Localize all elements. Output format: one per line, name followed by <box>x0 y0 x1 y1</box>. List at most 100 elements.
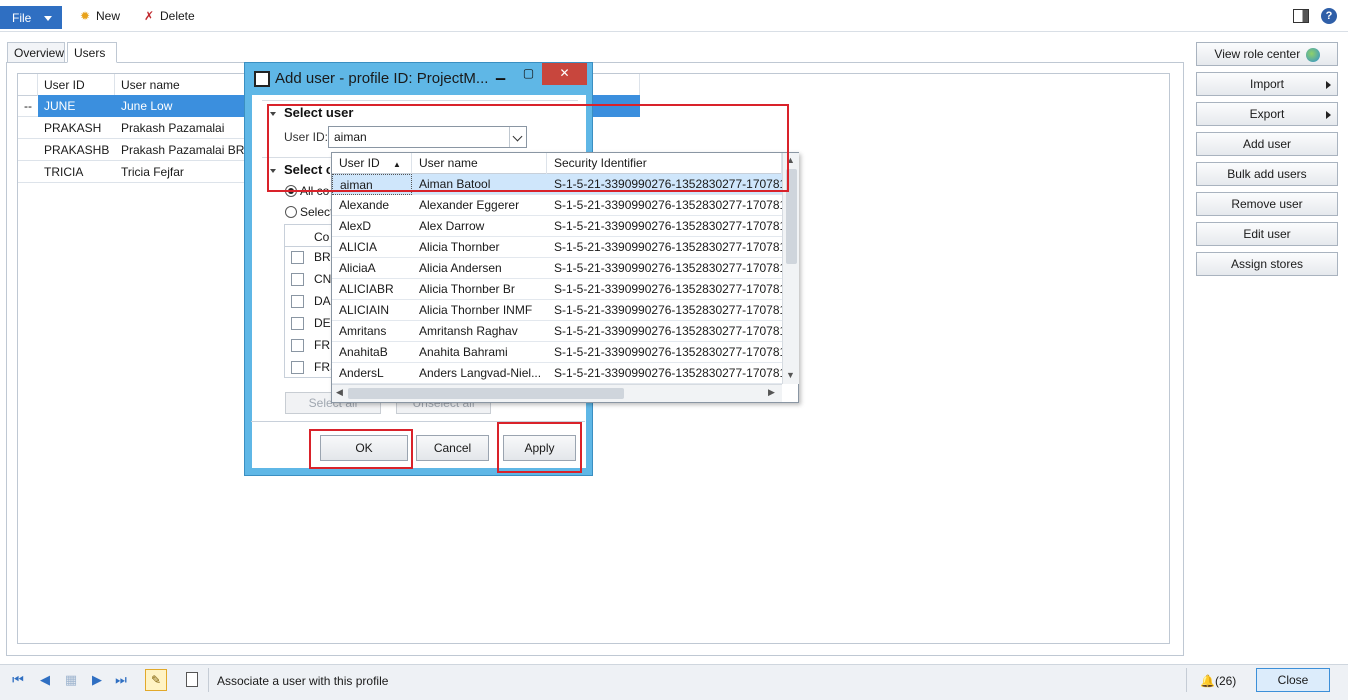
cell-user-id: Alexande <box>339 198 390 212</box>
export-label: Export <box>1249 107 1285 121</box>
cell-user-id[interactable]: JUNE <box>38 95 115 117</box>
collapse-triangle-icon <box>270 168 276 173</box>
layout-toggle-icon[interactable] <box>1293 9 1309 23</box>
list-item[interactable]: ALICIABR Alicia Thornber Br S-1-5-21-339… <box>332 279 782 300</box>
radio-all-label: All co <box>300 184 330 198</box>
select-user-heading-label: Select user <box>284 105 354 120</box>
remove-user-label: Remove user <box>1231 197 1303 211</box>
view-role-center-label: View role center <box>1214 47 1301 61</box>
notifications-count: (26) <box>1214 674 1237 688</box>
export-button[interactable]: Export <box>1196 102 1338 126</box>
import-button[interactable]: Import <box>1196 72 1338 96</box>
tab-overview-label: Overview <box>14 46 65 60</box>
help-icon[interactable]: ? <box>1321 8 1337 24</box>
list-item[interactable]: AlexD Alex Darrow S-1-5-21-3390990276-13… <box>332 216 782 237</box>
company-checkbox[interactable] <box>291 273 304 286</box>
cell-user-name[interactable]: Tricia Fejfar <box>115 161 244 183</box>
list-item[interactable]: Alexande Alexander Eggerer S-1-5-21-3390… <box>332 195 782 216</box>
cancel-button[interactable]: Cancel <box>416 435 489 461</box>
file-menu-button[interactable]: File <box>0 6 62 29</box>
last-record-icon[interactable]: ⏭ <box>114 673 128 687</box>
edit-user-button[interactable]: Edit user <box>1196 222 1338 246</box>
view-role-center-button[interactable]: View role center <box>1196 42 1338 66</box>
edit-user-label: Edit user <box>1243 227 1291 241</box>
company-checkbox[interactable] <box>291 339 304 352</box>
tab-overview[interactable]: Overview <box>7 42 65 63</box>
status-divider <box>208 668 209 692</box>
scroll-left-icon[interactable]: ◀ <box>336 387 343 398</box>
radio-all-companies[interactable] <box>285 185 297 197</box>
radio-select-companies[interactable] <box>285 206 297 218</box>
tab-users[interactable]: Users <box>67 42 117 63</box>
delete-button[interactable]: ✗ Delete <box>141 9 195 23</box>
column-header-user-id[interactable]: User ID <box>38 74 115 96</box>
scroll-thumb[interactable] <box>348 388 624 399</box>
list-item[interactable]: AndersL Anders Langvad-Niel... S-1-5-21-… <box>332 363 782 384</box>
list-item[interactable]: AnahitaB Anahita Bahrami S-1-5-21-339099… <box>332 342 782 363</box>
select-user-heading[interactable]: Select user <box>270 105 353 120</box>
row-marker: -- <box>24 99 32 113</box>
first-record-icon[interactable]: ⏮ <box>11 673 25 687</box>
vertical-scrollbar[interactable]: ▲ ▼ <box>782 153 799 384</box>
scroll-thumb[interactable] <box>786 169 797 264</box>
cell-user-name[interactable]: Prakash Pazamalai <box>115 117 244 139</box>
next-record-icon[interactable]: ▶ <box>90 673 104 687</box>
cell-user-name: Alicia Thornber INMF <box>419 303 533 317</box>
assign-stores-button[interactable]: Assign stores <box>1196 252 1338 276</box>
scroll-up-icon[interactable]: ▲ <box>786 155 795 165</box>
notifications-indicator[interactable]: 🔔(26) <box>1200 674 1236 688</box>
cell-security-identifier: S-1-5-21-3390990276-1352830277-17078117 <box>554 219 782 233</box>
column-header-user-id[interactable]: User ID ▲ <box>332 153 412 174</box>
cell-security-identifier: S-1-5-21-3390990276-1352830277-17078117 <box>554 198 782 212</box>
add-user-label: Add user <box>1242 137 1292 151</box>
ok-button[interactable]: OK <box>320 435 408 461</box>
list-item[interactable]: Amritans Amritansh Raghav S-1-5-21-33909… <box>332 321 782 342</box>
new-button[interactable]: ✹ New <box>77 9 120 23</box>
user-id-combobox[interactable]: aiman <box>328 126 527 148</box>
cell-user-id: ALICIABR <box>339 282 394 296</box>
previous-record-icon[interactable]: ◀ <box>38 673 52 687</box>
remove-user-button[interactable]: Remove user <box>1196 192 1338 216</box>
table-row[interactable]: PRAKASHB Prakash Pazamalai BR <box>18 139 244 161</box>
column-header-security-identifier[interactable]: Security Identifier <box>547 153 782 174</box>
cell-user-id[interactable]: PRAKASH <box>38 117 115 139</box>
edit-mode-pencil-icon[interactable]: ✎ <box>145 669 167 691</box>
company-checkbox[interactable] <box>291 251 304 264</box>
add-user-button[interactable]: Add user <box>1196 132 1338 156</box>
list-item[interactable]: AliciaA Alicia Andersen S-1-5-21-3390990… <box>332 258 782 279</box>
close-button[interactable]: Close <box>1256 668 1330 692</box>
list-item[interactable]: aiman Aiman Batool S-1-5-21-3390990276-1… <box>332 174 782 195</box>
table-row[interactable]: PRAKASH Prakash Pazamalai <box>18 117 244 139</box>
minimize-icon[interactable]: ▁ <box>487 63 514 85</box>
company-grid: Co BRI CNI DA DEI FRI FRS <box>284 224 338 378</box>
company-checkbox[interactable] <box>291 295 304 308</box>
table-row[interactable]: TRICIA Tricia Fejfar <box>18 161 244 183</box>
select-company-heading[interactable]: Select c <box>270 162 330 177</box>
user-id-label: User ID: <box>284 130 329 144</box>
column-header-company[interactable]: Co <box>314 230 329 244</box>
cell-user-id: ALICIA <box>339 240 378 254</box>
horizontal-scrollbar[interactable]: ◀ ▶ <box>332 384 782 402</box>
cell-user-id[interactable]: PRAKASHB <box>38 139 115 161</box>
chevron-down-icon <box>44 16 52 21</box>
bulk-add-users-button[interactable]: Bulk add users <box>1196 162 1338 186</box>
scroll-right-icon[interactable]: ▶ <box>768 387 775 398</box>
cell-user-id[interactable]: TRICIA <box>38 161 115 183</box>
document-attach-icon[interactable] <box>186 672 198 687</box>
scroll-down-icon[interactable]: ▼ <box>786 370 795 380</box>
chevron-down-icon[interactable] <box>509 127 526 147</box>
list-item[interactable]: ALICIAIN Alicia Thornber INMF S-1-5-21-3… <box>332 300 782 321</box>
grid-view-icon[interactable]: ▦ <box>64 673 78 687</box>
list-item[interactable]: ALICIA Alicia Thornber S-1-5-21-33909902… <box>332 237 782 258</box>
column-header-user-name[interactable]: User name <box>412 153 547 174</box>
maximize-icon[interactable]: ▢ <box>515 63 542 85</box>
company-checkbox[interactable] <box>291 317 304 330</box>
delete-label: Delete <box>160 9 195 23</box>
cell-user-name[interactable]: Prakash Pazamalai BR <box>115 139 244 161</box>
company-checkbox[interactable] <box>291 361 304 374</box>
cell-user-name: Amritansh Raghav <box>419 324 518 338</box>
status-divider <box>1186 668 1187 692</box>
apply-button[interactable]: Apply <box>503 435 576 461</box>
close-icon[interactable]: ✕ <box>542 63 587 85</box>
assign-stores-label: Assign stores <box>1230 257 1304 271</box>
